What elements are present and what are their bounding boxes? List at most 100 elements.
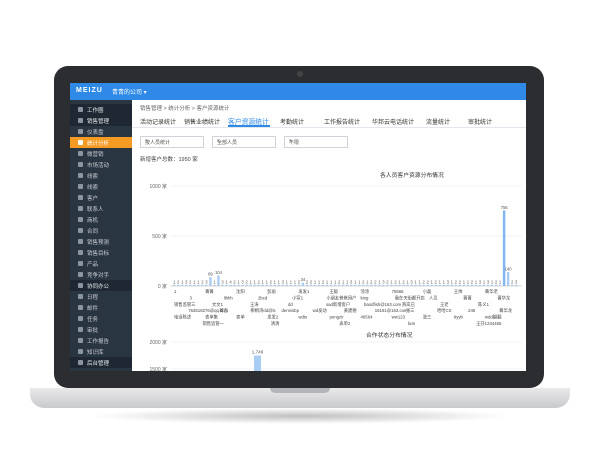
sidebar-item[interactable]: 工作圈: [70, 104, 132, 115]
sidebar-item[interactable]: 合同: [70, 225, 132, 236]
sidebar-item-label: 任务: [87, 317, 99, 323]
bar-value-label: 1: [213, 279, 216, 284]
bar[interactable]: [217, 275, 220, 286]
tab[interactable]: 流量统计: [426, 117, 450, 126]
sidebar-item[interactable]: 协同办公: [70, 280, 132, 291]
sidebar-item-label: 知识库: [87, 350, 104, 356]
sidebar-item[interactable]: 竞争对手: [70, 269, 132, 280]
tab[interactable]: 考勤统计: [280, 117, 304, 126]
sidebar-item[interactable]: 联系人: [70, 203, 132, 214]
sidebar-item[interactable]: 销售预测: [70, 236, 132, 247]
sidebar-item[interactable]: 任务: [70, 313, 132, 324]
bar-value-label: 2: [386, 279, 389, 284]
sidebar-item-label: 客户: [87, 196, 99, 202]
bar-value-label: 1: [398, 279, 401, 284]
bar-value-label: 1: [342, 279, 345, 284]
sidebar-item[interactable]: 知识库: [70, 346, 132, 357]
sidebar-item[interactable]: 市场活动: [70, 159, 132, 170]
bar-value-label: 1: [294, 279, 297, 284]
range-select[interactable]: 不限 ▾: [284, 136, 348, 148]
bar-value-label: 1: [431, 279, 434, 284]
sidebar-item[interactable]: 日程: [70, 291, 132, 302]
x-tick-label: 表单2: [339, 320, 351, 327]
sidebar-item[interactable]: 统计分析: [70, 137, 132, 148]
sidebar-item-label: 邮件: [87, 306, 99, 312]
menu-icon: [78, 118, 83, 123]
bar-value-label: 3: [282, 279, 285, 284]
x-tick-label: 涂涂: [361, 288, 370, 294]
bar[interactable]: [506, 272, 510, 286]
x-tick-label: 3: [190, 295, 193, 300]
bar-value-label: 2: [322, 279, 325, 284]
x-tick-label: pengzir: [329, 315, 344, 320]
tab[interactable]: 活动记录统计: [140, 117, 176, 126]
screen: MEIZU 青青的公司 ▾ 工作圈 销售管理 仪表盘 统计分析 微营销 市场活动 线索 线索客…: [70, 83, 526, 371]
sidebar-item[interactable]: 客户: [70, 192, 132, 203]
bar-value-label: 1: [330, 279, 333, 284]
tab[interactable]: 审批统计: [468, 117, 492, 126]
bar-value-label: 89: [208, 272, 213, 277]
bar-value-label: 1: [406, 279, 409, 284]
sidebar-item[interactable]: 工作报告: [70, 335, 132, 346]
sidebar-item[interactable]: 邮件: [70, 302, 132, 313]
bar-value-label: 1: [326, 279, 329, 284]
tab[interactable]: 华邦云电话统计: [372, 117, 414, 126]
bar-value-label: 3: [221, 279, 224, 284]
sidebar-item-label: 统计分析: [87, 141, 110, 147]
bar-value-label: 4: [229, 279, 232, 284]
sidebar-item[interactable]: 销售管理: [70, 115, 132, 126]
stat-by-select[interactable]: 按人员统计 ▾: [140, 136, 204, 148]
bar-value-label: 1: [475, 279, 478, 284]
bar-value-label: 1: [499, 279, 502, 284]
sidebar-item-label: 竞争对手: [87, 273, 110, 279]
menu-icon: [78, 173, 83, 178]
staff-select[interactable]: 全部人员 ▾: [212, 136, 276, 148]
y-tick-label: 2000 家: [149, 339, 167, 346]
bar-value-label: 2: [402, 279, 405, 284]
breadcrumb: 销售管理 > 统计分析 > 客户资源统计: [140, 106, 230, 112]
sidebar-item[interactable]: 审批: [70, 324, 132, 335]
bar[interactable]: [502, 210, 506, 286]
bar-value-label: 1: [439, 279, 442, 284]
x-tick-label: 销售监管一: [203, 320, 225, 327]
x-tick-label: 表单集: [205, 314, 219, 321]
sidebar-item[interactable]: 产品: [70, 258, 132, 269]
x-tick-label: wdd翻翻: [485, 314, 501, 321]
bar[interactable]: [301, 282, 305, 286]
sidebar-item[interactable]: 线索: [70, 170, 132, 181]
menu-icon: [78, 217, 83, 222]
sidebar-item[interactable]: 微营销: [70, 148, 132, 159]
bar-value-label: 3: [241, 279, 244, 284]
x-tick-label: 王毅: [329, 288, 338, 295]
sidebar-item[interactable]: 仪表盘: [70, 126, 132, 137]
bar-value-label: 1: [278, 279, 281, 284]
bar-value-label: 1: [197, 279, 200, 284]
bar-value-label: 1: [418, 279, 421, 284]
sidebar-item-label: 线索: [87, 174, 99, 180]
bar-value-label: 3: [515, 279, 518, 284]
bar-value-label: 2: [459, 279, 462, 284]
bar[interactable]: [254, 355, 261, 371]
tab[interactable]: 销售业绩统计: [184, 117, 220, 126]
bar[interactable]: [209, 277, 212, 286]
menu-icon: [78, 228, 83, 233]
sidebar-item[interactable]: 后台管理: [70, 357, 132, 368]
tab[interactable]: 工作报告统计: [324, 117, 360, 126]
sidebar-item[interactable]: 商机: [70, 214, 132, 225]
sidebar-item[interactable]: 销售目标: [70, 247, 132, 258]
bar-value-label: 1: [378, 279, 381, 284]
menu-icon: [78, 195, 83, 200]
bar-value-label: 2: [455, 279, 458, 284]
menu-icon: [78, 283, 83, 288]
x-tick-label: 菁菁: [205, 288, 214, 295]
x-tick-label: 王芬1234465: [476, 320, 502, 327]
menu-icon: [78, 294, 83, 299]
laptop-shadow: [90, 408, 510, 424]
sidebar-item[interactable]: 线索: [70, 181, 132, 192]
bar-value-label: 1: [467, 279, 470, 284]
company-switcher[interactable]: 青青的公司 ▾: [112, 87, 147, 96]
x-tick-label: 菁华老: [485, 288, 499, 295]
chevron-down-icon: ▾: [217, 138, 220, 144]
sidebar-item-label: 销售目标: [87, 251, 110, 257]
bar-value-label: 3: [479, 279, 482, 284]
